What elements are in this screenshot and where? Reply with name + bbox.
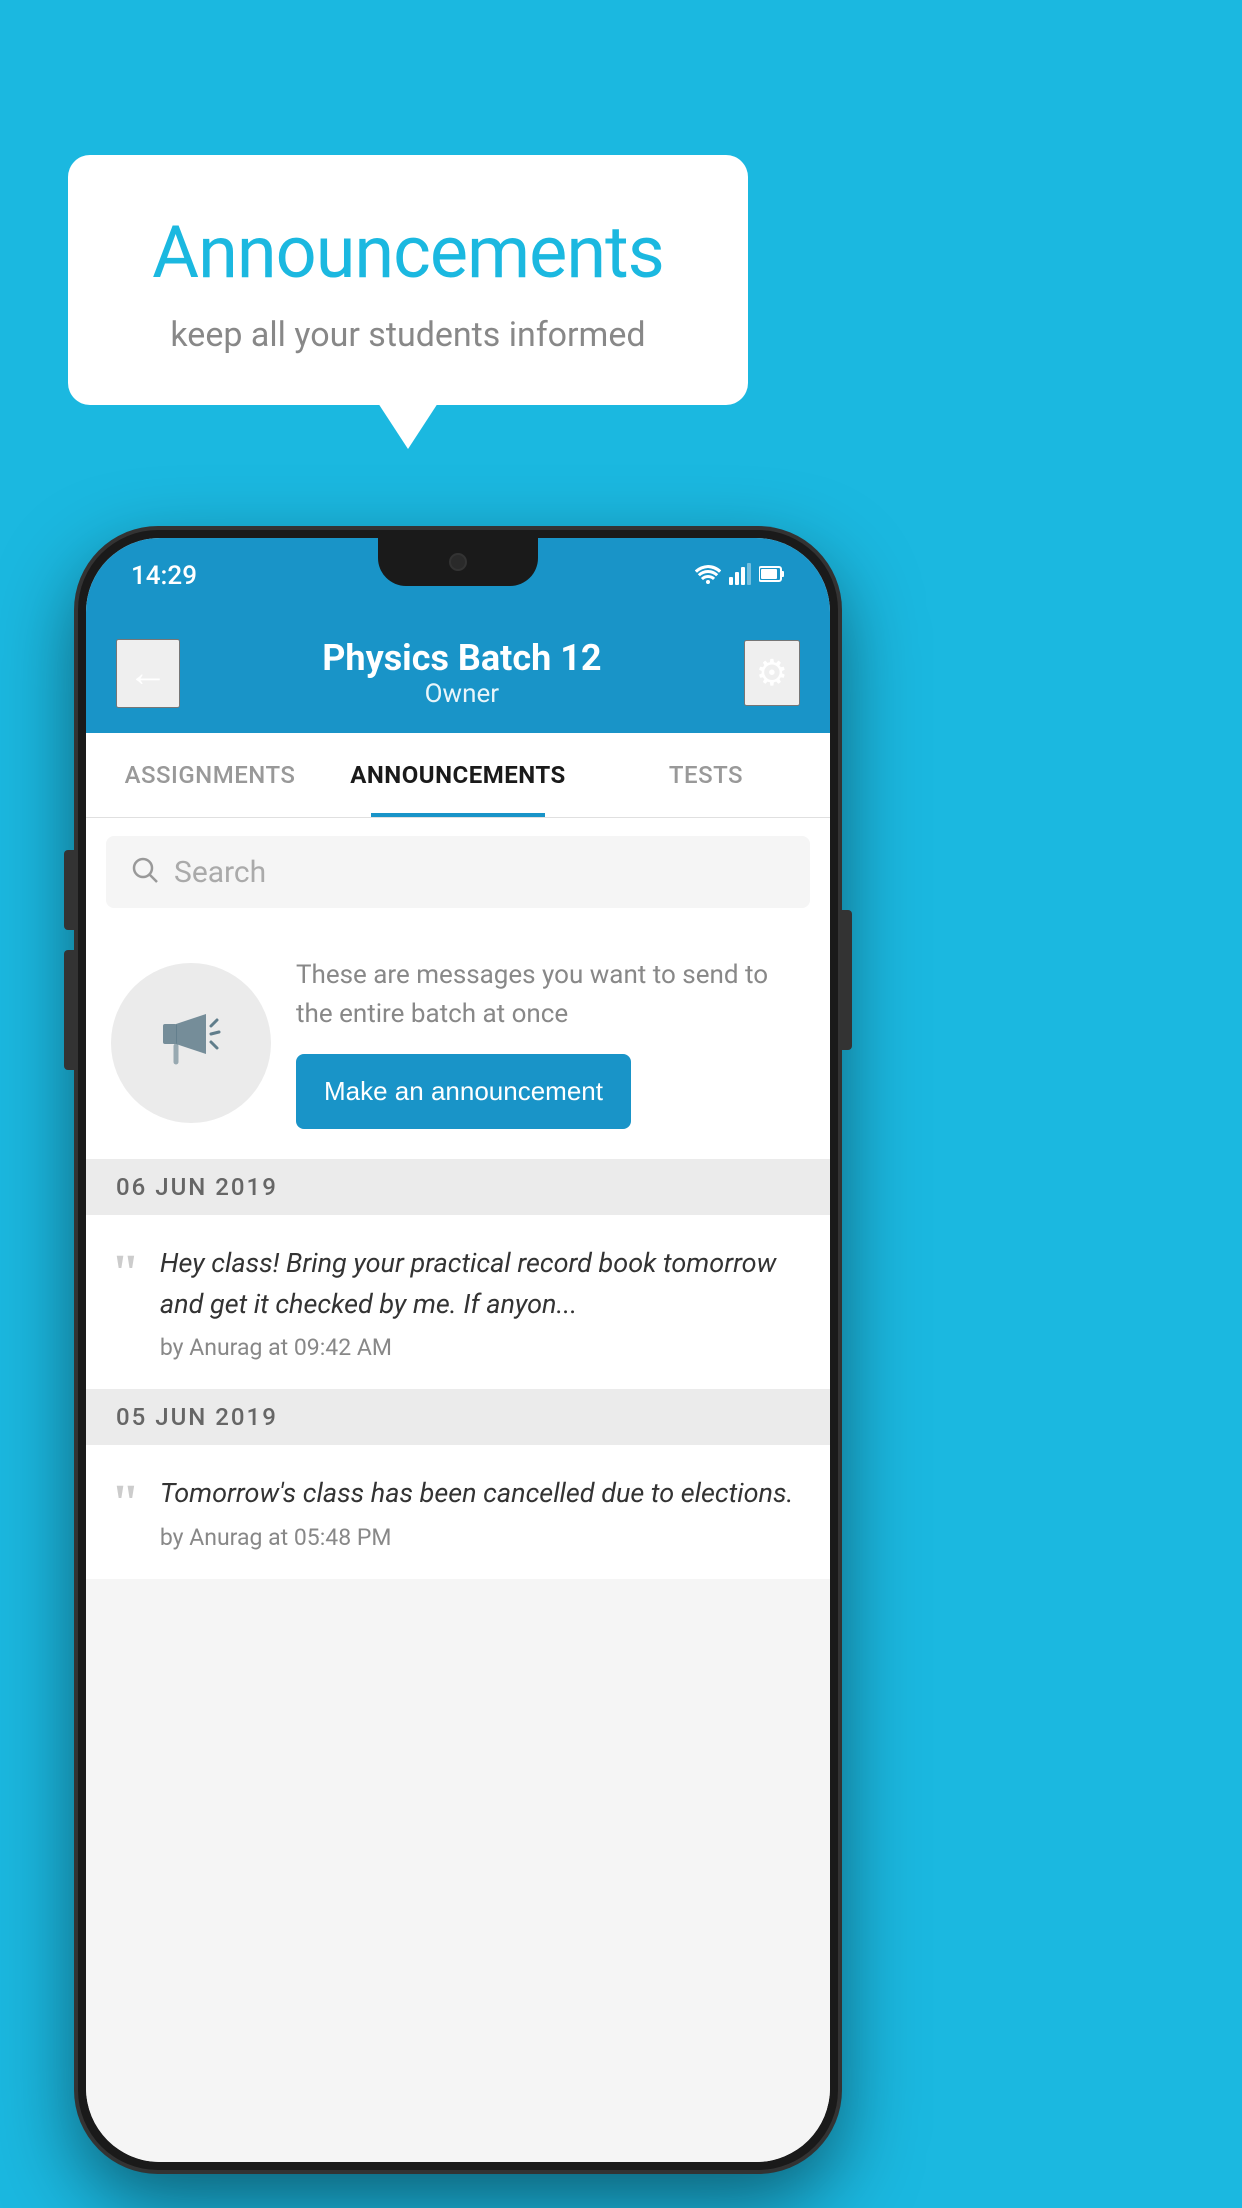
search-container: Search xyxy=(86,818,830,926)
announcement-item-2[interactable]: " Tomorrow's class has been cancelled du… xyxy=(86,1445,830,1579)
phone-screen: 14:29 xyxy=(86,538,830,2162)
search-icon xyxy=(131,856,159,888)
settings-button[interactable]: ⚙ xyxy=(744,640,800,706)
date-separator-2: 05 JUN 2019 xyxy=(86,1389,830,1445)
app-bar-title: Physics Batch 12 xyxy=(180,637,744,679)
signal-icon xyxy=(729,563,751,589)
back-button[interactable]: ← xyxy=(116,639,180,708)
search-bar[interactable]: Search xyxy=(106,836,810,908)
speech-bubble: Announcements keep all your students inf… xyxy=(68,155,748,405)
tab-announcements[interactable]: ANNOUNCEMENTS xyxy=(334,733,582,817)
tab-assignments[interactable]: ASSIGNMENTS xyxy=(86,733,334,817)
announcement-content-1: Hey class! Bring your practical record b… xyxy=(160,1243,805,1361)
announcement-content-2: Tomorrow's class has been cancelled due … xyxy=(160,1473,805,1551)
content-area: Search xyxy=(86,818,830,2162)
tab-bar: ASSIGNMENTS ANNOUNCEMENTS TESTS xyxy=(86,733,830,818)
make-announcement-button[interactable]: Make an announcement xyxy=(296,1054,631,1129)
megaphone-icon xyxy=(151,994,231,1092)
phone-device: 14:29 xyxy=(78,530,838,2170)
promo-card: These are messages you want to send to t… xyxy=(86,926,830,1159)
tab-tests[interactable]: TESTS xyxy=(582,733,830,817)
speech-bubble-subtitle: keep all your students informed xyxy=(118,315,698,355)
promo-content: These are messages you want to send to t… xyxy=(296,956,805,1129)
app-bar: ← Physics Batch 12 Owner ⚙ xyxy=(86,613,830,733)
promo-icon-circle xyxy=(111,963,271,1123)
promo-description: These are messages you want to send to t… xyxy=(296,956,805,1034)
battery-icon xyxy=(759,565,785,587)
wifi-icon xyxy=(695,563,721,589)
quote-icon-2: " xyxy=(111,1478,140,1530)
announcement-meta-1: by Anurag at 09:42 AM xyxy=(160,1334,805,1361)
announcement-item-1[interactable]: " Hey class! Bring your practical record… xyxy=(86,1215,830,1389)
quote-icon-1: " xyxy=(111,1248,140,1300)
date-separator-1: 06 JUN 2019 xyxy=(86,1159,830,1215)
app-bar-title-section: Physics Batch 12 Owner xyxy=(180,637,744,709)
power-button xyxy=(842,910,852,1050)
search-placeholder: Search xyxy=(174,855,266,890)
app-bar-subtitle: Owner xyxy=(180,679,744,709)
announcement-text-1: Hey class! Bring your practical record b… xyxy=(160,1243,805,1324)
camera-dot xyxy=(449,553,467,571)
speech-bubble-title: Announcements xyxy=(118,210,698,295)
status-icons xyxy=(695,563,785,589)
date-label-1: 06 JUN 2019 xyxy=(116,1173,278,1201)
phone-outer: 14:29 xyxy=(78,530,838,2170)
speech-bubble-container: Announcements keep all your students inf… xyxy=(68,155,748,405)
announcement-meta-2: by Anurag at 05:48 PM xyxy=(160,1524,805,1551)
status-bar: 14:29 xyxy=(86,538,830,613)
notch xyxy=(378,538,538,586)
announcement-text-2: Tomorrow's class has been cancelled due … xyxy=(160,1473,805,1514)
date-label-2: 05 JUN 2019 xyxy=(116,1403,278,1431)
status-time: 14:29 xyxy=(131,561,197,591)
volume-button xyxy=(64,950,74,1070)
